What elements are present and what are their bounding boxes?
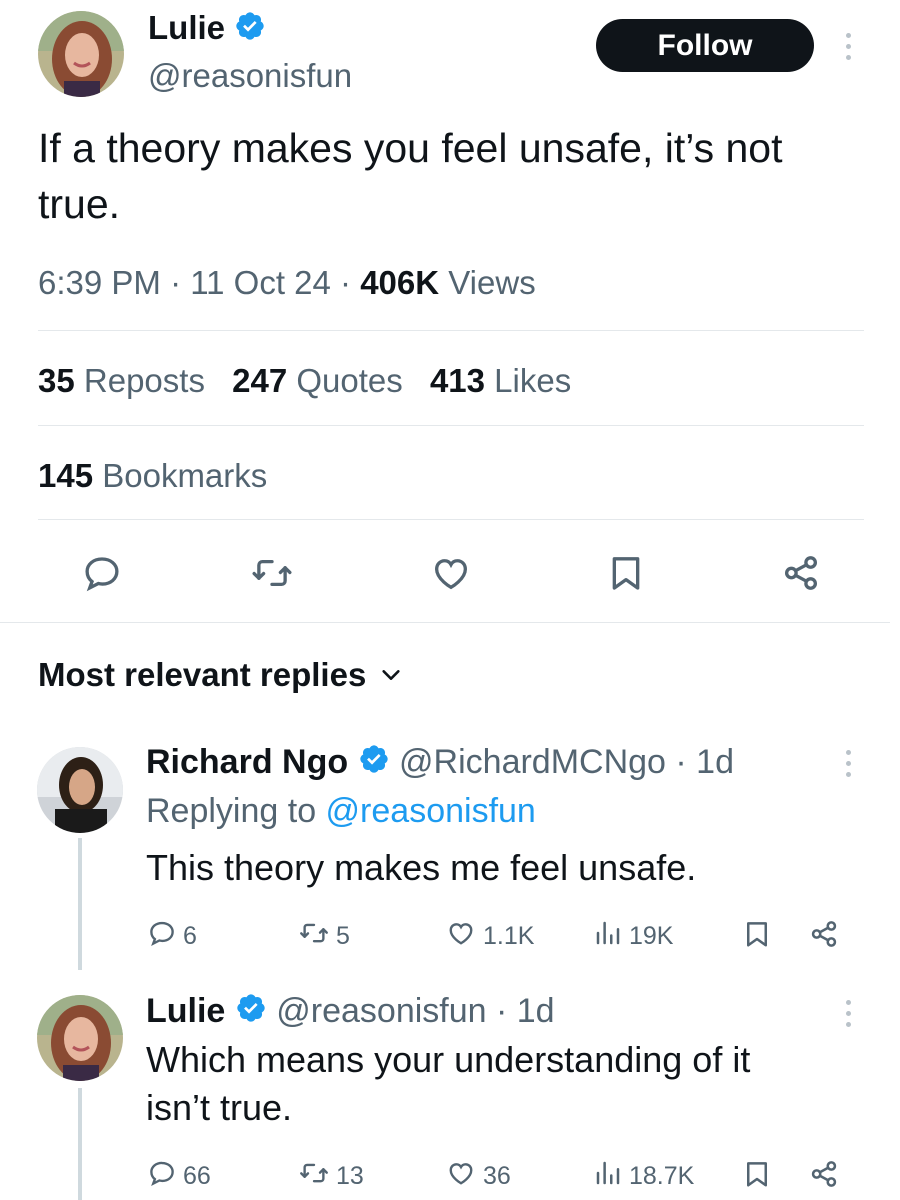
bookmark-icon[interactable] xyxy=(742,1158,772,1190)
like-count[interactable]: 1.1K xyxy=(445,918,534,955)
quotes-stat[interactable]: 247 Quotes xyxy=(232,362,403,399)
likes-count: 413 xyxy=(429,362,485,399)
views-count[interactable]: 19K xyxy=(593,918,673,955)
share-icon[interactable] xyxy=(780,552,822,594)
like-icon xyxy=(445,1158,477,1195)
divider xyxy=(38,425,864,426)
meta-separator: · xyxy=(330,264,361,301)
replying-to: Replying to @reasonisfun xyxy=(146,790,536,832)
views-label: Views xyxy=(439,264,536,301)
repost-count[interactable]: 13 xyxy=(298,1158,364,1195)
bookmarks-label: Bookmarks xyxy=(93,457,268,494)
repost-count-value: 13 xyxy=(336,1162,364,1190)
more-options-icon[interactable] xyxy=(845,33,851,60)
repost-icon xyxy=(298,918,330,955)
thread-connector-line xyxy=(78,838,82,970)
views-count[interactable]: 18.7K xyxy=(593,1158,694,1195)
reply-icon xyxy=(147,1158,177,1195)
repost-count[interactable]: 5 xyxy=(298,918,350,955)
more-options-icon[interactable] xyxy=(845,750,851,777)
bookmarks-stat[interactable]: 145 Bookmarks xyxy=(38,455,267,497)
like-count-value: 36 xyxy=(483,1162,511,1190)
replies-sort-label: Most relevant replies xyxy=(38,656,367,693)
quotes-label: Quotes xyxy=(287,362,403,399)
likes-stat[interactable]: 413 Likes xyxy=(430,362,571,399)
like-count-value: 1.1K xyxy=(483,922,535,950)
tweet-date[interactable]: 11 Oct 24 xyxy=(190,264,331,301)
author-name-text[interactable]: Lulie xyxy=(148,9,225,46)
author-avatar[interactable] xyxy=(38,11,124,97)
share-icon[interactable] xyxy=(808,918,840,950)
divider xyxy=(38,330,864,331)
author-name[interactable]: Lulie xyxy=(148,8,266,51)
replying-to-prefix: Replying to xyxy=(146,792,326,830)
tweet-time[interactable]: 6:39 PM xyxy=(38,264,161,301)
reply-author-name[interactable]: Richard Ngo xyxy=(146,743,348,781)
reply-header: Richard Ngo @RichardMCNgo · 1d xyxy=(146,741,734,785)
replies-sort-dropdown[interactable]: Most relevant replies xyxy=(38,654,402,696)
section-divider xyxy=(0,622,890,623)
tweet-meta: 6:39 PM · 11 Oct 24 · 406K Views xyxy=(38,262,536,304)
author-handle[interactable]: @reasonisfun xyxy=(148,56,352,96)
repost-icon xyxy=(298,1158,330,1195)
bookmarks-count: 145 xyxy=(38,457,94,494)
reply-count-value: 6 xyxy=(183,922,197,950)
stats-row: 35 Reposts 247 Quotes 413 Likes xyxy=(38,360,571,402)
reply-icon[interactable] xyxy=(81,552,123,594)
chevron-down-icon xyxy=(380,654,402,696)
reply-age[interactable]: · 1d xyxy=(666,743,734,781)
verified-badge-icon xyxy=(358,743,390,785)
views-chart-icon xyxy=(593,1158,623,1195)
like-count[interactable]: 36 xyxy=(445,1158,511,1195)
views-chart-icon xyxy=(593,918,623,955)
reply-count[interactable]: 6 xyxy=(147,918,197,955)
verified-badge-icon xyxy=(235,992,267,1034)
more-options-icon[interactable] xyxy=(845,1000,851,1027)
views-count-value: 18.7K xyxy=(629,1162,695,1190)
quotes-count: 247 xyxy=(232,362,288,399)
repost-count-value: 5 xyxy=(336,922,350,950)
likes-label: Likes xyxy=(485,362,572,399)
reposts-count: 35 xyxy=(38,362,75,399)
repost-icon[interactable] xyxy=(250,552,294,594)
verified-badge-icon xyxy=(234,10,266,51)
bookmark-icon[interactable] xyxy=(606,552,646,594)
reply-text-line: Which means your understanding of it xyxy=(146,1039,751,1080)
views-count-value: 19K xyxy=(629,922,674,950)
reply-count-value: 66 xyxy=(183,1162,211,1190)
reply-author-name[interactable]: Lulie xyxy=(146,992,225,1030)
meta-separator: · xyxy=(160,264,191,301)
reply-icon xyxy=(147,918,177,955)
reposts-label: Reposts xyxy=(74,362,205,399)
reply-text: This theory makes me feel unsafe. xyxy=(146,847,697,888)
reply-avatar[interactable] xyxy=(37,995,123,1081)
share-icon[interactable] xyxy=(808,1158,840,1190)
reply-age[interactable]: · 1d xyxy=(487,992,555,1030)
reply-count[interactable]: 66 xyxy=(147,1158,211,1195)
reply-author-handle[interactable]: @reasonisfun xyxy=(276,992,486,1030)
like-icon xyxy=(445,918,477,955)
reply-text: Which means your understanding of it isn… xyxy=(146,1036,750,1132)
follow-button[interactable]: Follow xyxy=(596,19,814,72)
bookmark-icon[interactable] xyxy=(742,918,772,950)
like-icon[interactable] xyxy=(430,552,472,594)
reply-avatar[interactable] xyxy=(37,747,123,833)
reply-text-line: isn’t true. xyxy=(146,1087,293,1128)
replying-to-handle[interactable]: @reasonisfun xyxy=(326,792,536,830)
reply-header: Lulie @reasonisfun · 1d xyxy=(146,990,555,1034)
reply-author-handle[interactable]: @RichardMCNgo xyxy=(399,743,666,781)
divider xyxy=(38,519,864,520)
tweet-text: If a theory makes you feel unsafe, it’s … xyxy=(38,125,783,227)
thread-connector-line xyxy=(78,1088,82,1200)
reposts-stat[interactable]: 35 Reposts xyxy=(38,362,205,399)
views-count: 406K xyxy=(360,264,440,301)
